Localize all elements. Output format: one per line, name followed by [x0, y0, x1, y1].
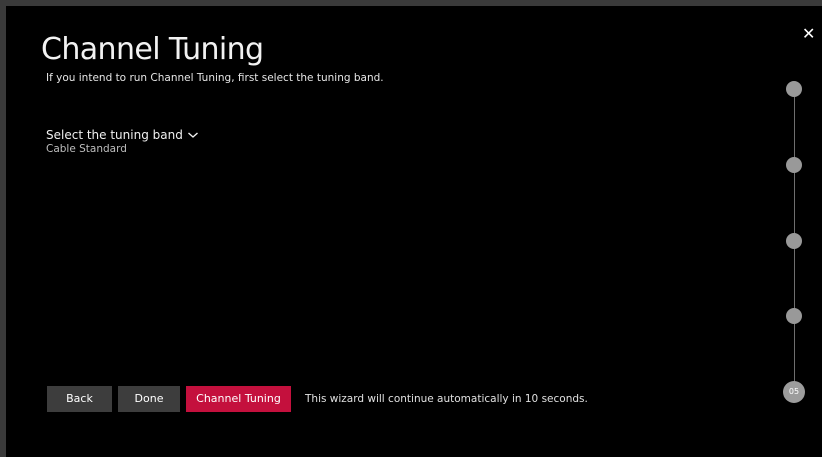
- progress-step-current: 05: [783, 381, 805, 403]
- progress-step-3: [786, 233, 802, 249]
- wizard-footer: Back Done Channel Tuning This wizard wil…: [47, 386, 588, 412]
- progress-step-4: [786, 308, 802, 324]
- chevron-down-icon: [187, 132, 198, 138]
- tuning-band-value: Cable Standard: [46, 143, 127, 155]
- tuning-band-dropdown[interactable]: Select the tuning band Cable Standard: [46, 128, 199, 155]
- close-icon[interactable]: ✕: [802, 26, 818, 42]
- countdown-text: This wizard will continue automatically …: [305, 393, 588, 405]
- channel-tuning-wizard: Channel Tuning If you intend to run Chan…: [6, 6, 822, 457]
- progress-step-2: [786, 157, 802, 173]
- channel-tuning-button[interactable]: Channel Tuning: [186, 386, 291, 412]
- progress-step-1: [786, 81, 802, 97]
- done-button[interactable]: Done: [118, 386, 180, 412]
- back-button[interactable]: Back: [47, 386, 112, 412]
- page-subtitle: If you intend to run Channel Tuning, fir…: [46, 72, 384, 84]
- tuning-band-label: Select the tuning band: [46, 128, 183, 142]
- page-title: Channel Tuning: [41, 32, 264, 67]
- tuning-band-label-row: Select the tuning band: [46, 128, 199, 142]
